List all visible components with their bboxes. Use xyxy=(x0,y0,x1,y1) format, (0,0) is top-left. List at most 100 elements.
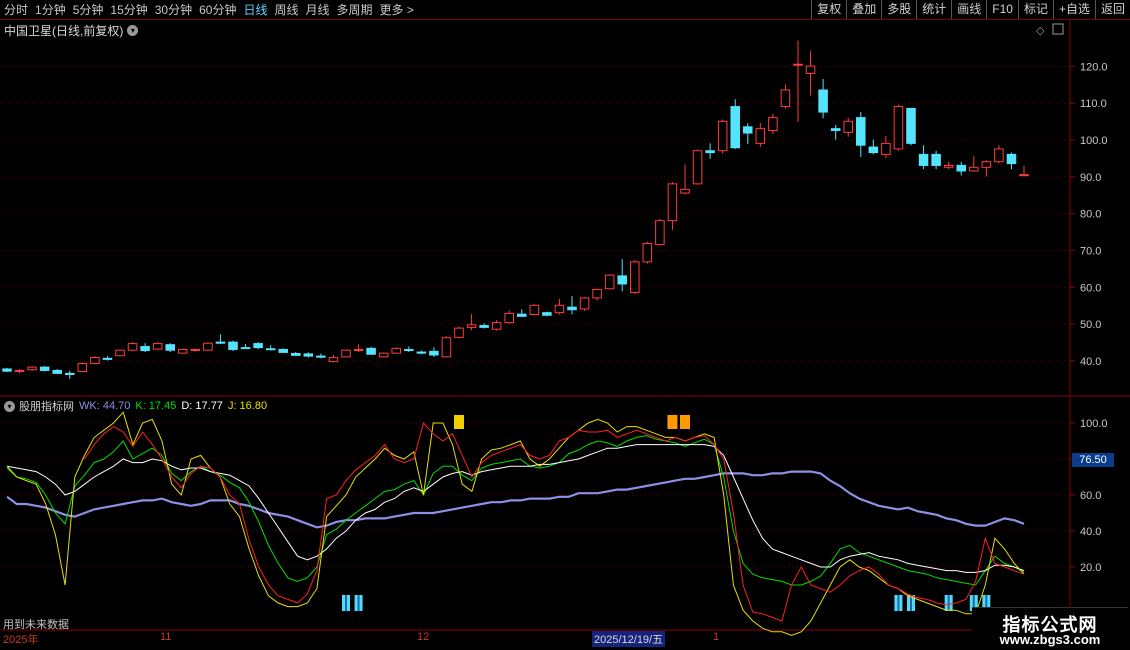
period-tab-8[interactable]: 月线 xyxy=(306,1,330,18)
indicator-name[interactable]: 股朋指标网 xyxy=(19,398,74,414)
candle-body-down xyxy=(228,341,238,350)
candle-body-down xyxy=(617,275,627,285)
price-tick-label: 40.0 xyxy=(1080,356,1101,368)
wk-value: WK: 44.70 xyxy=(79,400,131,412)
candle-body-up xyxy=(981,161,992,168)
candle-body-up xyxy=(943,164,954,168)
candle-body-up xyxy=(90,357,100,364)
toolbar-action-6[interactable]: 标记 xyxy=(1017,0,1053,19)
diamond-icon: ◇ xyxy=(1036,24,1045,37)
candle-body-down xyxy=(253,343,263,349)
period-tab-7[interactable]: 周线 xyxy=(274,1,298,18)
period-tab-6[interactable]: 日线 xyxy=(243,1,267,18)
candle-body-up xyxy=(341,349,351,358)
candle-body-down xyxy=(429,350,439,356)
stock-title-text: 中国卫星(日线,前复权) xyxy=(4,24,124,38)
candle-body-down xyxy=(542,312,552,316)
toolbar-action-5[interactable]: F10 xyxy=(986,0,1018,19)
indicator-tick-label: 100.0 xyxy=(1080,418,1108,430)
period-tab-3[interactable]: 15分钟 xyxy=(110,1,147,18)
candle-body-down xyxy=(743,126,753,134)
toolbar-action-7[interactable]: +自选 xyxy=(1052,0,1095,19)
candle-body-down xyxy=(140,346,150,352)
candle-body-down xyxy=(303,353,314,357)
indicator-line-red xyxy=(84,421,1025,622)
toolbar-action-2[interactable]: 多股 xyxy=(881,0,916,19)
chart-canvas[interactable]: 120.0110.0100.090.080.070.060.050.040.01… xyxy=(0,19,1130,650)
candle-body-up xyxy=(768,117,778,131)
candle-body-down xyxy=(366,347,376,355)
chart-area: 120.0 110.0 100.0 90.0 80.0 70.0 60.0 50.0 40.0 1… xyxy=(0,19,1130,650)
candle-body-up xyxy=(780,89,791,108)
period-tab-10[interactable]: 更多 > xyxy=(380,1,414,18)
candle-body-down xyxy=(517,313,527,317)
indicator-tick-label: 60.0 xyxy=(1080,490,1101,502)
indicator-line-j xyxy=(6,411,1025,636)
toolbar-action-4[interactable]: 画线 xyxy=(951,0,986,19)
candle-body-up xyxy=(14,369,25,372)
candle-body-down xyxy=(830,128,841,131)
price-tick-label: 80.0 xyxy=(1080,209,1101,221)
toolbar-action-3[interactable]: 统计 xyxy=(916,0,951,19)
price-tick-label: 90.0 xyxy=(1080,172,1101,184)
period-tab-1[interactable]: 1分钟 xyxy=(35,1,66,18)
candle-body-up xyxy=(391,347,401,354)
candle-body-up xyxy=(178,348,188,354)
period-tab-2[interactable]: 5分钟 xyxy=(73,1,104,18)
toolbar-actions: 复权 叠加 多股 统计 画线 F10 标记 +自选 返回 xyxy=(811,0,1130,19)
candle-body-up xyxy=(630,261,640,293)
indicator-crosshair-value: 76.50 xyxy=(1072,453,1114,467)
candle-body-up xyxy=(680,188,690,194)
candle-body-down xyxy=(416,351,427,354)
k-value: K: 17.45 xyxy=(135,400,177,412)
period-tab-0[interactable]: 分时 xyxy=(4,1,28,18)
candle-body-up xyxy=(77,362,88,373)
candle-body-up xyxy=(127,343,138,351)
price-tick-label: 120.0 xyxy=(1080,61,1108,73)
signal-yellow-top xyxy=(454,415,464,429)
period-tab-4[interactable]: 30分钟 xyxy=(155,1,192,18)
candle-body-down xyxy=(215,341,226,344)
candle-body-up xyxy=(994,148,1004,163)
date-label-0: 2025年 xyxy=(3,634,39,646)
candle-body-up xyxy=(692,150,703,185)
period-tab-9[interactable]: 多周期 xyxy=(337,1,373,18)
candle-body-up xyxy=(805,65,816,74)
candle-body-up xyxy=(554,304,565,314)
candle-body-down xyxy=(906,107,916,144)
candle-body-up xyxy=(655,220,665,246)
candle-body-up xyxy=(843,120,853,133)
candle-body-up xyxy=(378,352,389,358)
candle-body-down xyxy=(316,355,326,358)
chevron-down-icon[interactable]: ▾ xyxy=(4,400,15,412)
stock-title: 中国卫星(日线,前复权) ▾ xyxy=(4,22,139,39)
candle-body-up xyxy=(529,304,540,316)
candle-body-up xyxy=(881,142,891,155)
chevron-down-icon[interactable]: ▾ xyxy=(127,25,139,36)
candle-body-down xyxy=(868,146,879,154)
candle-body-up xyxy=(667,183,678,222)
date-axis: 2025年 11 12 2025/12/19/五 1 xyxy=(0,630,1070,648)
period-tab-5[interactable]: 60分钟 xyxy=(199,1,236,18)
candle-body-up xyxy=(969,166,979,172)
candle-body-down xyxy=(705,150,715,154)
candle-body-down xyxy=(278,348,288,353)
price-tick-label: 110.0 xyxy=(1080,98,1107,110)
candle-body-up xyxy=(441,337,452,358)
candle-body-up xyxy=(504,312,514,324)
indicator-line-d xyxy=(6,444,1025,573)
candle-body-down xyxy=(1006,153,1017,165)
signal-orange-top xyxy=(680,415,690,429)
candle-body-down xyxy=(39,366,50,371)
indicator-header: ▾ 股朋指标网 WK: 44.70 K: 17.45 D: 17.77 J: 1… xyxy=(4,398,272,414)
candle-body-down xyxy=(956,164,966,172)
watermark: 指标公式网 www.zbgs3.com xyxy=(972,607,1128,650)
toolbar-action-1[interactable]: 叠加 xyxy=(846,0,881,19)
period-tabs: 分时 1分钟 5分钟 15分钟 30分钟 60分钟 日线 周线 月线 多周期 更多 > xyxy=(4,0,421,19)
price-tick-label: 60.0 xyxy=(1080,282,1101,294)
j-value: J: 16.80 xyxy=(227,400,268,412)
candle-body-down xyxy=(479,325,489,328)
candle-body-down xyxy=(856,117,866,146)
toolbar-action-8[interactable]: 返回 xyxy=(1094,0,1130,19)
toolbar-action-0[interactable]: 复权 xyxy=(811,0,846,19)
